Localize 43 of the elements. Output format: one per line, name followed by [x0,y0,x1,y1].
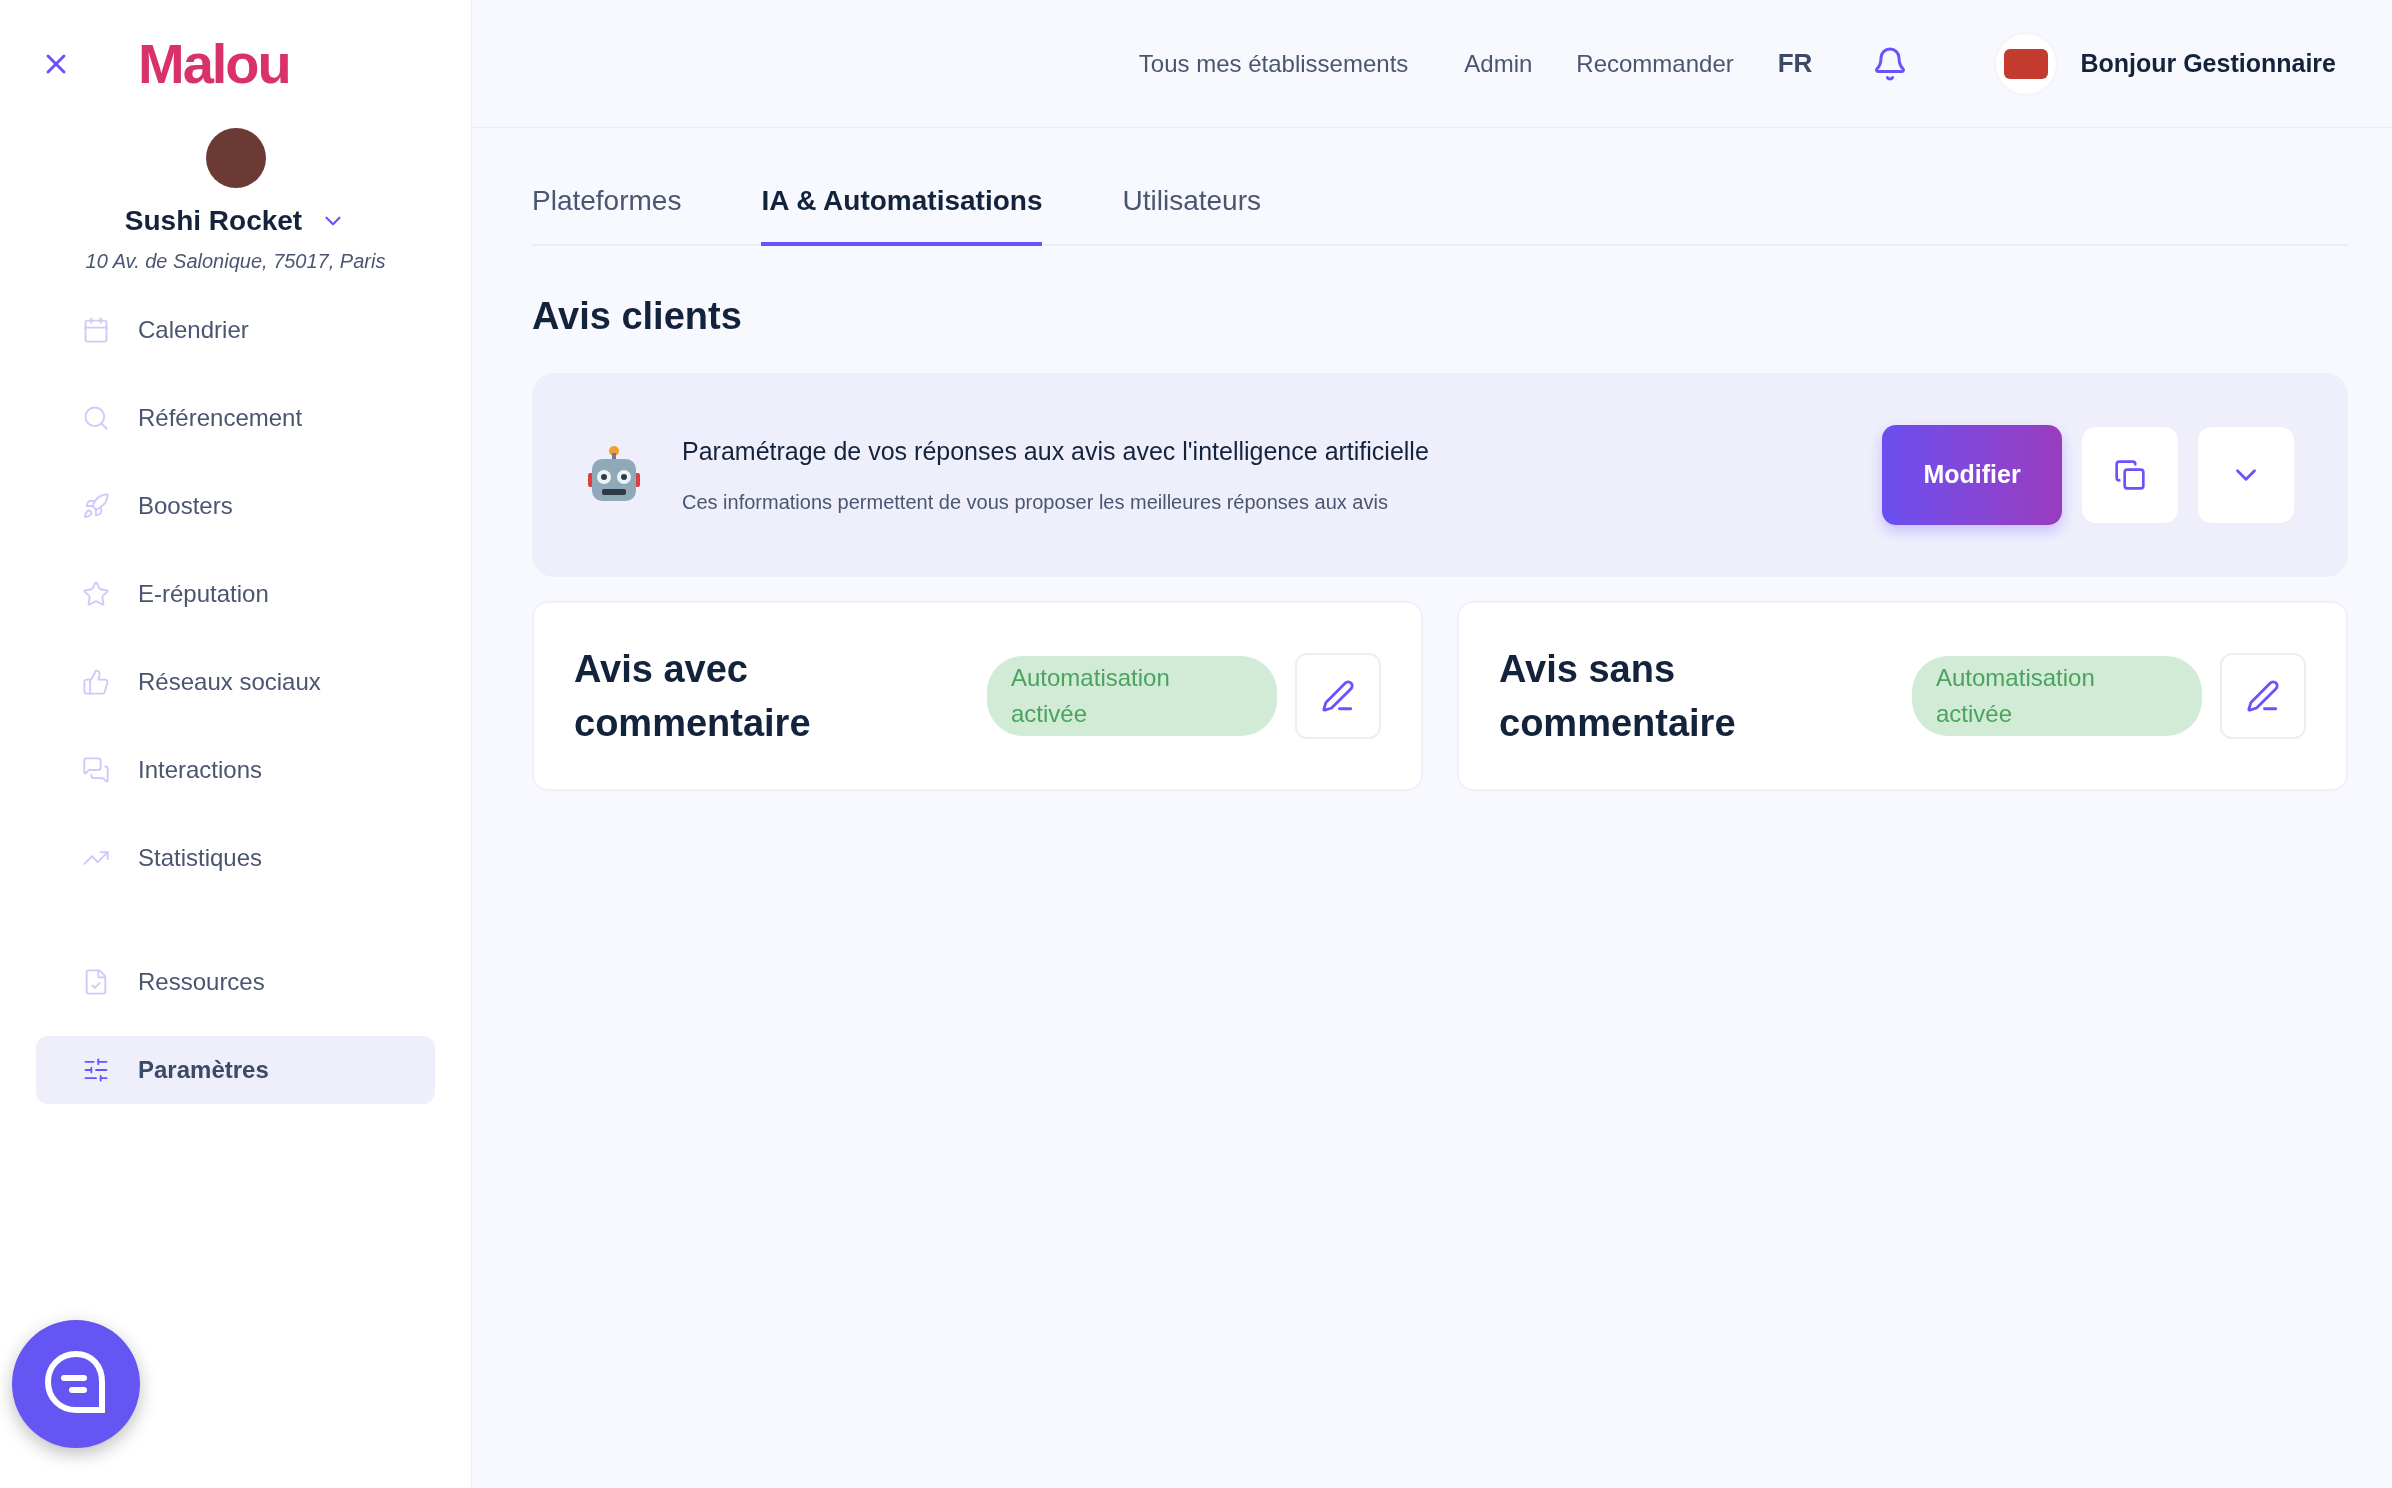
search-icon [82,404,110,432]
sidebar-item[interactable]: Réseaux sociaux [36,648,435,716]
calendar-icon [82,316,110,344]
star-icon [82,580,110,608]
pen-icon [2246,679,2280,713]
sidebar-item[interactable]: Référencement [36,384,435,452]
tab[interactable]: Plateformes [532,180,682,246]
copy-button[interactable] [2082,427,2178,523]
tab[interactable]: IA & Automatisations [761,180,1043,246]
sliders-icon [82,1056,110,1084]
chat-bubbles-icon [82,756,110,784]
nav-link[interactable]: Recommander [1576,45,1734,82]
section-title: Avis clients [532,294,743,339]
sidebar-item[interactable]: Paramètres [36,1036,435,1104]
rocket-icon [82,492,110,520]
card-description: Ces informations permettent de vous proposer les meilleures réponses aux avis [682,489,1389,515]
user-greeting: Bonjour Gestionnaire [2080,47,2336,79]
badge-image [2004,48,2049,79]
automation-title: Avis avec commentaire [574,647,812,746]
card-title: Paramétrage de vos réponses aux avis avec l'intelligence artificielle [682,436,1430,468]
copy-icon [2114,459,2146,491]
thumbs-up-icon [82,668,110,696]
sidebar-item[interactable]: Ressources [36,948,435,1016]
business-name: Sushi Rocket [124,204,303,238]
status-badge: Automatisation activée [987,656,1277,736]
sidebar-item[interactable]: Statistiques [36,824,435,892]
sidebar-item[interactable]: E-réputation [36,560,435,628]
chat-button[interactable] [12,1320,140,1448]
sidebar-item[interactable]: Interactions [36,736,435,804]
tab[interactable]: Utilisateurs [1122,180,1261,246]
sidebar-item[interactable]: Boosters [36,472,435,540]
edit-button[interactable] [1295,653,1381,739]
sidebar-item[interactable]: Calendrier [36,296,435,364]
edit-button[interactable]: Modifier [1882,425,2062,525]
business-address: 10 Av. de Salonique, 75017, Paris [85,249,386,274]
status-badge: Automatisation activée [1912,656,2202,736]
logo: Malou [138,31,290,97]
edit-button[interactable] [2220,653,2306,739]
nav-link[interactable]: Tous mes établissements [1138,45,1409,82]
pen-icon [1321,679,1355,713]
language-selector[interactable]: FR [1777,44,1813,83]
automation-title: Avis sans commentaire [1499,647,1737,746]
nav-link[interactable]: Admin [1464,45,1533,82]
